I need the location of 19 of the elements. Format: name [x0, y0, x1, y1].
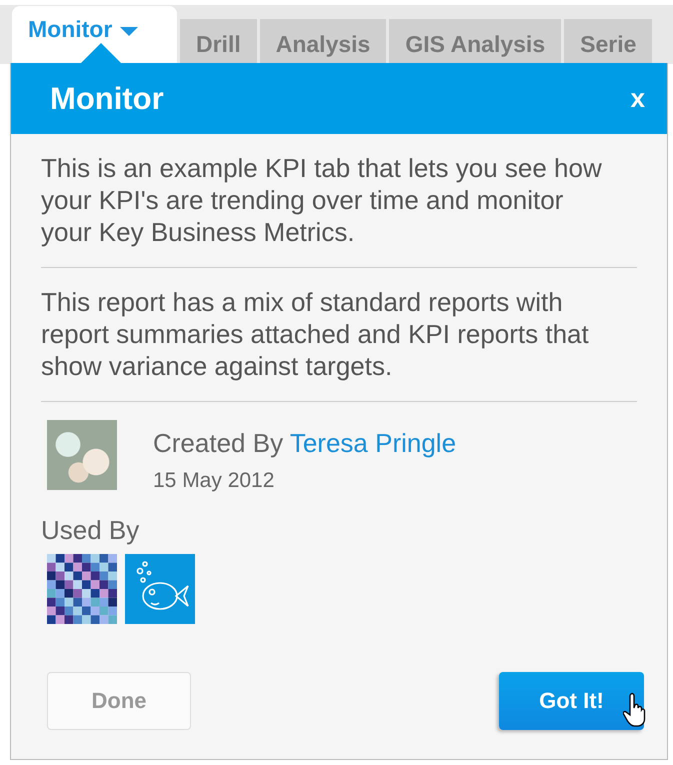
mosaic-avatar — [47, 554, 117, 624]
used-by-label: Used By — [41, 515, 140, 546]
caret-icon — [120, 26, 138, 36]
report-tab[interactable]: GIS Analysis — [389, 19, 562, 64]
author-link[interactable]: Teresa Pringle — [290, 428, 456, 458]
description-text: This is an example KPI tab that lets you see how your KPI's are trending over time and monitor your Key Business Metrics. — [41, 152, 603, 248]
photo-placeholder — [47, 420, 117, 490]
created-date: 15 May 2012 — [153, 469, 276, 493]
fish-avatar — [125, 554, 195, 624]
report-tab[interactable]: Monitor — [12, 6, 177, 64]
close-button[interactable]: x — [630, 83, 645, 114]
description-text: This report has a mix of standard reports with report summaries attached and KPI reports that show variance against targets. — [41, 286, 590, 382]
done-button[interactable]: Done — [47, 672, 191, 730]
popup-title: Monitor — [50, 80, 164, 116]
report-tab[interactable]: Analysis — [260, 19, 386, 64]
report-tab[interactable]: Drill — [180, 19, 257, 64]
report-tab[interactable]: Serie — [564, 19, 652, 64]
got-it-button[interactable]: Got It! — [499, 672, 644, 730]
created-by-label: Created By — [153, 428, 284, 458]
